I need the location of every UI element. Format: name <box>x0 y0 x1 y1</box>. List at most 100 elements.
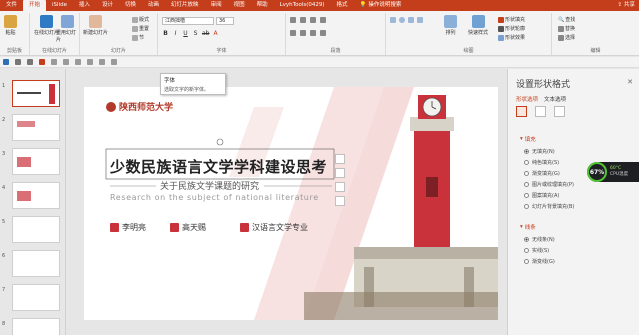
new-slide-button[interactable]: 新建幻灯片 <box>83 15 108 36</box>
slide-thumbnail[interactable] <box>12 318 60 335</box>
save-icon[interactable] <box>3 59 9 65</box>
line-spacing-icon[interactable] <box>320 17 326 23</box>
font-name-select[interactable]: 江西拙楷 <box>162 17 214 25</box>
fill-option[interactable]: 渐变填充(G) <box>524 170 560 177</box>
slide-thumbnail[interactable] <box>12 250 60 277</box>
slide-english-subtitle[interactable]: Research on the subject of national lite… <box>110 193 319 202</box>
replace-button[interactable]: 替换 <box>558 25 575 32</box>
numbering-icon[interactable] <box>300 17 306 23</box>
reset-button[interactable]: 重置 <box>132 25 149 32</box>
undo-icon[interactable] <box>15 59 21 65</box>
slide-thumbnail[interactable] <box>12 216 60 243</box>
line-option[interactable]: 实线(S) <box>524 247 549 254</box>
shadow-button[interactable]: S <box>192 30 199 37</box>
effects-pentagon-icon[interactable] <box>535 106 546 117</box>
shape-fill-button[interactable]: 形状填充 <box>498 16 525 23</box>
align-right-icon[interactable] <box>310 30 316 36</box>
major-label[interactable]: 汉语言文学专业 <box>240 222 308 233</box>
oval-shape-icon[interactable] <box>399 17 405 23</box>
italic-button[interactable]: I <box>172 30 179 37</box>
slide-thumbnail[interactable] <box>12 182 60 209</box>
presenter-1[interactable]: 李明亮 <box>110 222 146 233</box>
slide-thumbnail[interactable] <box>12 80 60 107</box>
tab-transitions[interactable]: 切换 <box>119 0 142 11</box>
tab-view[interactable]: 视图 <box>228 0 251 11</box>
size-properties-icon[interactable] <box>554 106 565 117</box>
indent-icon[interactable] <box>310 17 316 23</box>
close-icon[interactable]: ✕ <box>627 78 633 86</box>
strikethrough-button[interactable]: ab <box>202 30 210 37</box>
tab-lvyhtools[interactable]: LvyhTools(0429) <box>274 0 331 11</box>
customize-toolbar-icon[interactable] <box>111 59 117 65</box>
align-left-icon[interactable] <box>290 30 296 36</box>
redo-icon[interactable] <box>27 59 33 65</box>
layout-options-icon[interactable] <box>335 154 345 164</box>
reuse-slide-button[interactable]: 重用幻灯片 <box>56 15 79 43</box>
shape-outline-button[interactable]: 形状轮廓 <box>498 25 525 32</box>
slide-subtitle[interactable]: 关于民族文学课题的研究 <box>160 179 259 192</box>
group-font: 江西拙楷 36 B I U S ab A 字体 <box>158 13 286 55</box>
font-color-button[interactable]: A <box>212 30 219 37</box>
tab-animations[interactable]: 动画 <box>142 0 165 11</box>
tab-format[interactable]: 格式 <box>331 0 354 11</box>
start-slideshow-icon[interactable] <box>39 59 45 65</box>
line-option[interactable]: 渐变线(G) <box>524 258 555 265</box>
shapes-gallery[interactable] <box>390 17 423 23</box>
triangle-shape-icon[interactable] <box>408 17 414 23</box>
rectangle-shape-icon[interactable] <box>390 17 396 23</box>
arrange-button[interactable]: 排列 <box>444 15 457 36</box>
share-button[interactable]: ⇪ 共享 <box>617 0 635 11</box>
fill-line-icon[interactable] <box>516 106 527 117</box>
radio-selected <box>524 237 529 242</box>
align-icon[interactable] <box>75 59 81 65</box>
line-section-header[interactable]: ▾ 线条 <box>520 223 536 231</box>
tab-design[interactable]: 设计 <box>96 0 119 11</box>
presenter-2-name: 高天赐 <box>182 223 206 232</box>
tab-text-options[interactable]: 文本选项 <box>544 95 566 103</box>
format-painter-icon[interactable] <box>51 59 57 65</box>
justify-icon[interactable] <box>320 30 326 36</box>
fill-option[interactable]: 图案填充(A) <box>524 192 559 199</box>
slide-thumbnail[interactable] <box>12 114 60 141</box>
tab-help[interactable]: 帮助 <box>251 0 274 11</box>
tell-me-search[interactable]: 💡 操作说明搜索 <box>354 0 408 11</box>
group-icon[interactable] <box>87 59 93 65</box>
line-option[interactable]: 无线条(N) <box>524 236 555 243</box>
tab-slideshow[interactable]: 幻灯片放映 <box>165 0 205 11</box>
tab-home[interactable]: 开始 <box>23 0 47 11</box>
presenter-2[interactable]: 高天赐 <box>170 222 206 233</box>
slide-thumbnail[interactable] <box>12 284 60 311</box>
text-box-icon[interactable] <box>63 59 69 65</box>
fill-option[interactable]: 无填充(N) <box>524 148 555 155</box>
section-button[interactable]: 节 <box>132 34 144 41</box>
eyedropper-icon[interactable] <box>99 59 105 65</box>
font-size-select[interactable]: 36 <box>216 17 234 25</box>
fill-option[interactable]: 纯色填充(S) <box>524 159 559 166</box>
layout-button[interactable]: 版式 <box>132 16 149 23</box>
cpu-monitor-widget[interactable]: 67% 60°C CPU温度 <box>587 162 639 182</box>
current-slide[interactable]: 陕西师范大学 少数民族语言文学学科建设思考 关于民族文学课题的研究 Resear… <box>84 87 498 320</box>
fill-option[interactable]: 图片或纹理填充(P) <box>524 181 574 188</box>
find-button[interactable]: 🔍 查找 <box>558 16 575 24</box>
slide-thumbnail[interactable] <box>12 148 60 175</box>
tab-file[interactable]: 文件 <box>0 0 23 11</box>
tab-review[interactable]: 审阅 <box>205 0 228 11</box>
fill-option[interactable]: 幻灯片背景填充(B) <box>524 203 574 210</box>
paste-button[interactable]: 粘贴 <box>4 15 17 36</box>
design-ideas-icon[interactable] <box>335 168 345 178</box>
underline-button[interactable]: U <box>182 30 189 37</box>
tab-insert[interactable]: 插入 <box>73 0 96 11</box>
align-center-icon[interactable] <box>300 30 306 36</box>
fill-section-header[interactable]: ▾ 填充 <box>520 135 536 143</box>
bold-button[interactable]: B <box>162 30 169 37</box>
arrow-shape-icon[interactable] <box>417 17 423 23</box>
style-icon[interactable] <box>335 182 345 192</box>
select-button[interactable]: 选择 <box>558 34 575 41</box>
tab-islide[interactable]: iSlide <box>46 0 73 11</box>
tab-shape-options[interactable]: 形状选项 <box>516 95 538 103</box>
shape-effect-button[interactable]: 形状效果 <box>498 34 525 41</box>
slide-title[interactable]: 少数民族语言文学学科建设思考 <box>110 156 327 177</box>
fill-icon[interactable] <box>335 196 345 206</box>
quick-style-button[interactable]: 快速样式 <box>468 15 488 36</box>
bullets-icon[interactable] <box>290 17 296 23</box>
